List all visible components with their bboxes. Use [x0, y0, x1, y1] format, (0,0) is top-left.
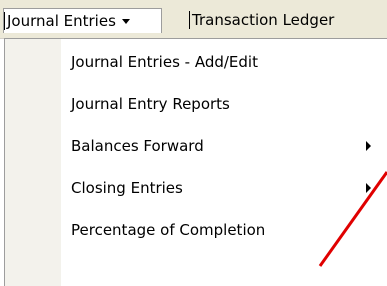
menu-item-label: Journal Entry Reports: [71, 95, 230, 113]
menu-item-journal-entry-reports[interactable]: Journal Entry Reports: [5, 85, 387, 123]
journal-entries-dropdown: Journal Entries - Add/Edit Journal Entry…: [4, 38, 387, 286]
menu-item-percentage-of-completion[interactable]: Percentage of Completion: [5, 211, 387, 249]
menu-item-balances-forward[interactable]: Balances Forward: [5, 127, 387, 165]
menu-separator: [4, 12, 5, 30]
chevron-down-icon: [121, 19, 130, 24]
menu-transaction-ledger[interactable]: Transaction Ledger: [189, 10, 334, 30]
menu-transaction-ledger-label: Transaction Ledger: [192, 11, 335, 29]
menu-separator: [189, 11, 190, 29]
menu-item-label: Journal Entries - Add/Edit: [71, 53, 258, 71]
menu-item-closing-entries[interactable]: Closing Entries: [5, 169, 387, 207]
menu-bar: Journal Entries Transaction Ledger: [0, 0, 387, 39]
menu-item-label: Closing Entries: [71, 179, 183, 197]
menu-journal-entries-label: Journal Entries: [7, 12, 116, 30]
menu-item-journal-entries-add-edit[interactable]: Journal Entries - Add/Edit: [5, 43, 387, 81]
submenu-arrow-icon: [366, 141, 371, 151]
menu-item-label: Balances Forward: [71, 137, 204, 155]
submenu-arrow-icon: [366, 183, 371, 193]
menu-item-label: Percentage of Completion: [71, 221, 266, 239]
menu-journal-entries[interactable]: Journal Entries: [3, 8, 162, 33]
